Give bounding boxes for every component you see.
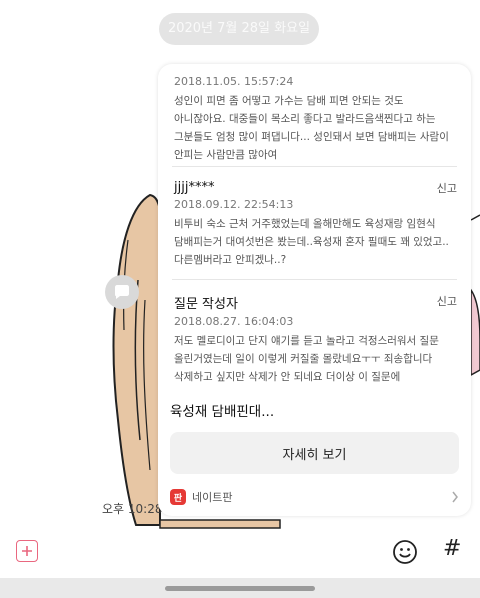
share-button[interactable] xyxy=(105,275,139,309)
chevron-right-icon xyxy=(452,491,458,503)
emoji-icon[interactable] xyxy=(392,539,418,565)
plus-button[interactable] xyxy=(16,540,38,562)
plus-icon xyxy=(22,546,32,556)
comment-entry: jjjj**** 신고 2018.09.12. 22:54:13 비투비 숙소 … xyxy=(174,180,457,269)
report-link[interactable]: 신고 xyxy=(437,180,457,196)
comment-author: 질문 작성자 xyxy=(174,297,238,312)
home-indicator-area xyxy=(0,578,480,598)
share-icon xyxy=(115,285,129,299)
message-input-bar: # xyxy=(0,528,480,578)
comment-body: 저도 멜로디이고 단지 얘기를 듣고 놀라고 걱정스러워서 질문 올린거였는데 … xyxy=(174,335,439,383)
view-details-button[interactable]: 자세히 보기 xyxy=(170,432,459,474)
hash-icon[interactable]: # xyxy=(443,536,461,561)
divider xyxy=(172,166,457,167)
comment-date: 2018.09.12. 22:54:13 xyxy=(174,198,294,211)
nate-pann-logo: 판 xyxy=(170,489,186,505)
comment-date: 2018.11.05. 15:57:24 xyxy=(174,75,294,88)
comment-entry: 질문 작성자 신고 2018.08.27. 16:04:03 저도 멜로디이고 … xyxy=(174,293,457,386)
comment-body: 성인이 피면 좀 어떻고 가수는 담배 피면 안되는 것도 아니잖아요. 대중들… xyxy=(174,95,449,161)
date-divider: 2020년 7월 28일 화요일 xyxy=(159,13,319,45)
link-preview-card[interactable]: 2018.11.05. 15:57:24 성인이 피면 좀 어떻고 가수는 담배… xyxy=(158,64,471,516)
home-indicator[interactable] xyxy=(165,586,315,591)
message-time: 오후 10:28 xyxy=(102,502,163,516)
post-title: 육성재 담배핀대... xyxy=(170,404,275,420)
comment-body: 비투비 숙소 근처 거주했었는데 올해만해도 육성재랑 임현식 담배피는거 대여… xyxy=(174,218,449,266)
divider xyxy=(172,279,457,280)
comment-date: 2018.08.27. 16:04:03 xyxy=(174,315,294,328)
comment-author: jjjj**** xyxy=(174,180,215,195)
source-name: 네이트판 xyxy=(192,491,233,504)
report-link[interactable]: 신고 xyxy=(437,293,457,309)
source-footer[interactable]: 판 네이트판 xyxy=(170,486,459,508)
comment-entry: 2018.11.05. 15:57:24 성인이 피면 좀 어떻고 가수는 담배… xyxy=(174,72,457,164)
